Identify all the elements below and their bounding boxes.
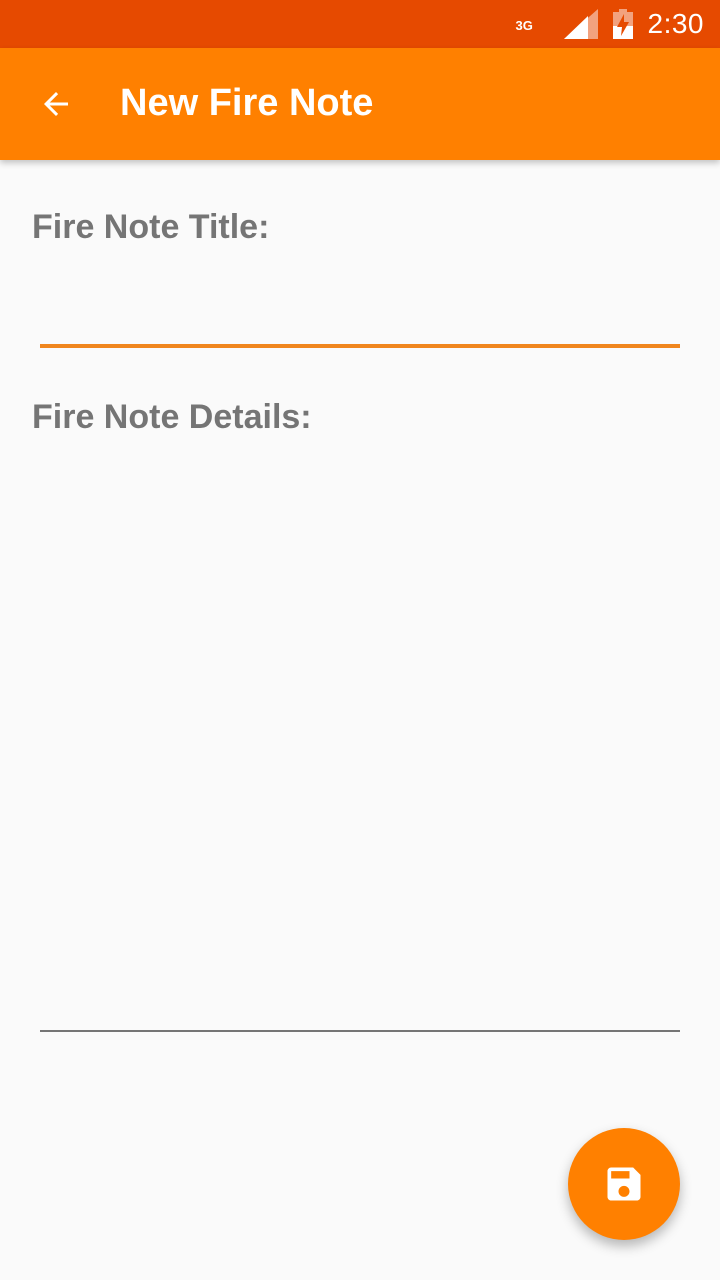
title-label: Fire Note Title:	[32, 208, 270, 246]
title-input[interactable]	[40, 268, 680, 348]
back-button[interactable]	[24, 72, 88, 136]
status-icons: 3G 2:30	[516, 0, 705, 48]
status-clock: 2:30	[647, 8, 704, 39]
details-label: Fire Note Details:	[32, 398, 312, 436]
signal-icon: 3G	[516, 9, 598, 39]
battery-charging-icon	[612, 9, 634, 39]
app-bar: New Fire Note	[0, 48, 720, 160]
page-title: New Fire Note	[120, 82, 374, 124]
network-type-label: 3G	[515, 18, 533, 33]
save-icon	[607, 1167, 641, 1201]
status-bar: 3G 2:30	[0, 0, 720, 48]
new-fire-note-screen: 3G 2:30 New Fire Note Fire Note Title: F…	[0, 0, 720, 1280]
arrow-back-icon	[44, 92, 68, 116]
details-input[interactable]	[40, 450, 680, 1032]
save-button[interactable]	[568, 1128, 680, 1240]
